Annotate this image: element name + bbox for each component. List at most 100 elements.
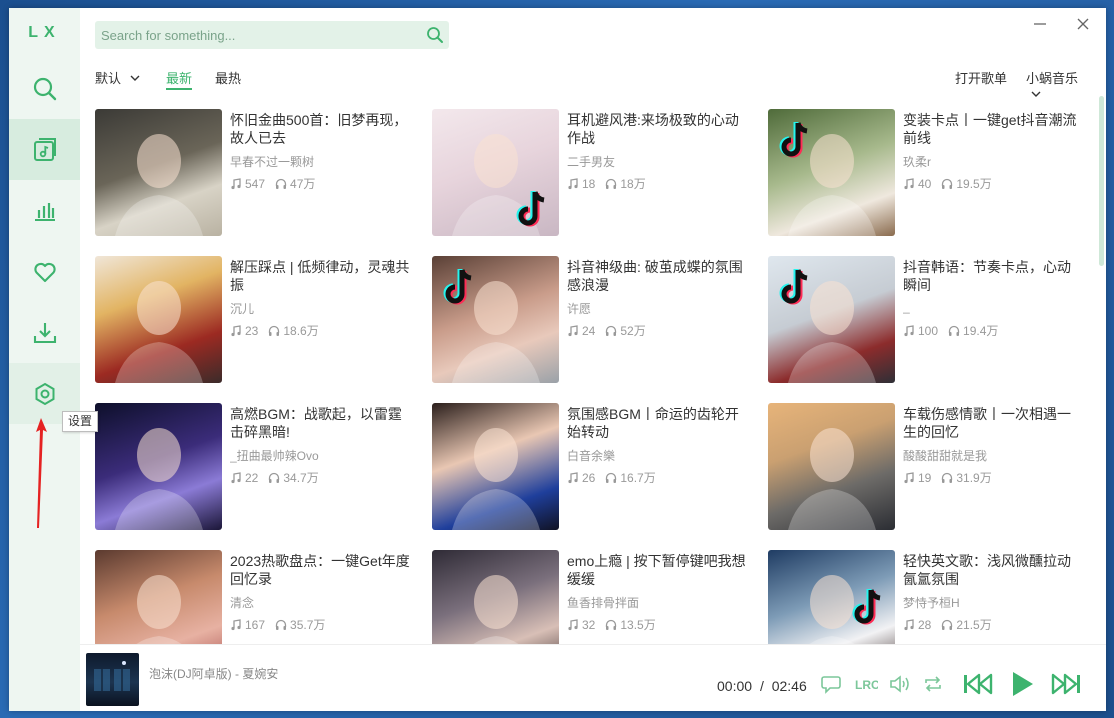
playlist-cover[interactable]: [432, 403, 559, 530]
playlist-cover[interactable]: [95, 550, 222, 644]
playlist-title[interactable]: 轻快英文歌：浅风微醺拉动氤氲氛围: [903, 552, 1083, 588]
playlist-info: 高燃BGM：战歌起，以雷霆击碎黑暗! _扭曲最帅辣Ovo 22 34.7万: [230, 403, 410, 486]
playlist-cover[interactable]: [768, 550, 895, 644]
cover-figure: [115, 281, 203, 383]
music-note-icon: [231, 324, 241, 336]
song-count: 18: [582, 176, 596, 191]
music-note-icon: [231, 177, 241, 189]
tiktok-icon: [849, 586, 889, 630]
playlist-stats: 22 34.7万: [230, 469, 410, 486]
playlist-cover[interactable]: [95, 256, 222, 383]
playlist-title[interactable]: 2023热歌盘点：一键Get年度回忆录: [230, 552, 410, 588]
playlist-cover[interactable]: [95, 403, 222, 530]
playlist-stats: 23 18.6万: [230, 322, 410, 339]
playlist-card[interactable]: 怀旧金曲500首：旧梦再现，故人已去 早春不过一颗树 547 47万: [95, 109, 415, 237]
playlist-card[interactable]: 车载伤感情歌丨一次相遇一生的回忆 酸酸甜甜就是我 19 31.9万: [768, 403, 1088, 531]
close-button[interactable]: [1071, 14, 1095, 34]
playlist-card[interactable]: 氛围感BGM丨命运的齿轮开始转动 白音余樂 26 16.7万: [432, 403, 752, 531]
playlist-title[interactable]: emo上瘾 | 按下暂停键吧我想缓缓: [567, 552, 747, 588]
playlist-cover[interactable]: [768, 109, 895, 236]
sidebar-item-search[interactable]: [9, 58, 80, 119]
headphones-icon: [942, 619, 953, 630]
playlist-title[interactable]: 抖音神级曲: 破茧成蝶的氛围感浪漫: [567, 258, 747, 294]
playlist-stats: 19 31.9万: [903, 469, 1083, 486]
playlist-card[interactable]: 解压踩点 | 低频律动，灵魂共振 沉儿 23 18.6万: [95, 256, 415, 384]
music-note-icon: [231, 618, 241, 630]
lyrics-icon: LRC: [855, 678, 878, 692]
headphones-icon: [606, 325, 617, 336]
lyrics-button[interactable]: LRC: [854, 674, 878, 694]
headphones-icon: [942, 472, 953, 483]
playlist-cover[interactable]: [768, 403, 895, 530]
play-count: 21.5万: [956, 618, 992, 632]
playlist-card[interactable]: 2023热歌盘点：一键Get年度回忆录 清念 167 35.7万: [95, 550, 415, 644]
playlist-cover[interactable]: [432, 109, 559, 236]
minimize-button[interactable]: [1028, 14, 1052, 34]
comment-button[interactable]: [820, 674, 842, 694]
playlist-card[interactable]: emo上瘾 | 按下暂停键吧我想缓缓 鱼香排骨拌面 32 13.5万: [432, 550, 752, 644]
playlist-title[interactable]: 变装卡点丨一键get抖音潮流前线: [903, 111, 1083, 147]
playlist-title[interactable]: 解压踩点 | 低频律动，灵魂共振: [230, 258, 410, 294]
play-count: 35.7万: [290, 618, 326, 632]
song-count: 547: [245, 176, 266, 191]
playlist-card[interactable]: 变装卡点丨一键get抖音潮流前线 玖柔r 40 19.5万: [768, 109, 1088, 237]
sidebar-item-favorites[interactable]: [9, 241, 80, 302]
tab-newest[interactable]: 最新: [166, 68, 192, 87]
tab-hottest[interactable]: 最热: [215, 68, 241, 87]
close-icon: [1077, 18, 1089, 30]
chevron-down-icon: [130, 75, 140, 81]
volume-button[interactable]: [888, 674, 912, 694]
tiktok-icon: [776, 266, 816, 310]
repeat-button[interactable]: [922, 674, 944, 694]
red-arrow-annotation: [36, 418, 47, 528]
song-count: 19: [918, 470, 932, 485]
playlist-card[interactable]: 耳机避风港:来场极致的心动作战 二手男友 18 18万: [432, 109, 752, 237]
scrollbar[interactable]: [1099, 96, 1104, 266]
playlist-card[interactable]: 高燃BGM：战歌起，以雷霆击碎黑暗! _扭曲最帅辣Ovo 22 34.7万: [95, 403, 415, 531]
search-bar: [95, 21, 449, 49]
search-input[interactable]: [95, 27, 421, 43]
sidebar-item-song-list[interactable]: [9, 119, 80, 180]
playlist-stats: 40 19.5万: [903, 175, 1083, 192]
playlist-cover[interactable]: [95, 109, 222, 236]
repeat-icon: [925, 676, 941, 692]
time-separator: /: [759, 678, 764, 694]
source-dropdown[interactable]: 小蜗音乐: [1026, 68, 1095, 102]
playlist-cover[interactable]: [432, 550, 559, 644]
now-playing-title[interactable]: 泡沫(DJ阿卓版) - 夏婉安: [149, 665, 278, 682]
tiktok-icon: [776, 119, 816, 163]
play-button[interactable]: [1008, 669, 1036, 699]
playlist-title[interactable]: 氛围感BGM丨命运的齿轮开始转动: [567, 405, 747, 441]
playlist-cover[interactable]: [432, 256, 559, 383]
headphones-icon: [606, 178, 617, 189]
playlist-title[interactable]: 怀旧金曲500首：旧梦再现，故人已去: [230, 111, 410, 147]
search-button[interactable]: [421, 21, 449, 49]
svg-text:LRC: LRC: [855, 678, 878, 692]
song-count: 40: [918, 176, 932, 191]
next-button[interactable]: [1050, 671, 1082, 697]
playlist-title[interactable]: 抖音韩语：节奏卡点，心动瞬间: [903, 258, 1083, 294]
playlist-info: 轻快英文歌：浅风微醺拉动氤氲氛围 梦恃予桓H 28 21.5万: [903, 550, 1083, 633]
sidebar-item-leaderboard[interactable]: [9, 180, 80, 241]
playlist-info: 怀旧金曲500首：旧梦再现，故人已去 早春不过一颗树 547 47万: [230, 109, 410, 192]
app-logo: LX: [28, 24, 61, 41]
open-playlist-button[interactable]: 打开歌单: [955, 68, 1007, 87]
sort-dropdown[interactable]: 默认: [95, 68, 141, 87]
now-playing-cover[interactable]: [86, 653, 139, 706]
playlist-title[interactable]: 车载伤感情歌丨一次相遇一生的回忆: [903, 405, 1083, 441]
playlist-info: 氛围感BGM丨命运的齿轮开始转动 白音余樂 26 16.7万: [567, 403, 747, 486]
music-note-icon: [904, 324, 914, 336]
playlist-title[interactable]: 耳机避风港:来场极致的心动作战: [567, 111, 747, 147]
playlist-stats: 26 16.7万: [567, 469, 747, 486]
playlist-title[interactable]: 高燃BGM：战歌起，以雷霆击碎黑暗!: [230, 405, 410, 441]
playlist-cover[interactable]: [768, 256, 895, 383]
sidebar-item-download[interactable]: [9, 302, 80, 363]
previous-icon: [964, 673, 993, 695]
music-note-icon: [568, 177, 578, 189]
playlist-card[interactable]: 抖音神级曲: 破茧成蝶的氛围感浪漫 许愿 24 52万: [432, 256, 752, 384]
playlist-card[interactable]: 抖音韩语：节奏卡点，心动瞬间 _ 100 19.4万: [768, 256, 1088, 384]
previous-button[interactable]: [962, 671, 994, 697]
play-count: 47万: [290, 177, 316, 191]
minimize-icon: [1034, 23, 1046, 25]
playlist-card[interactable]: 轻快英文歌：浅风微醺拉动氤氲氛围 梦恃予桓H 28 21.5万: [768, 550, 1088, 644]
